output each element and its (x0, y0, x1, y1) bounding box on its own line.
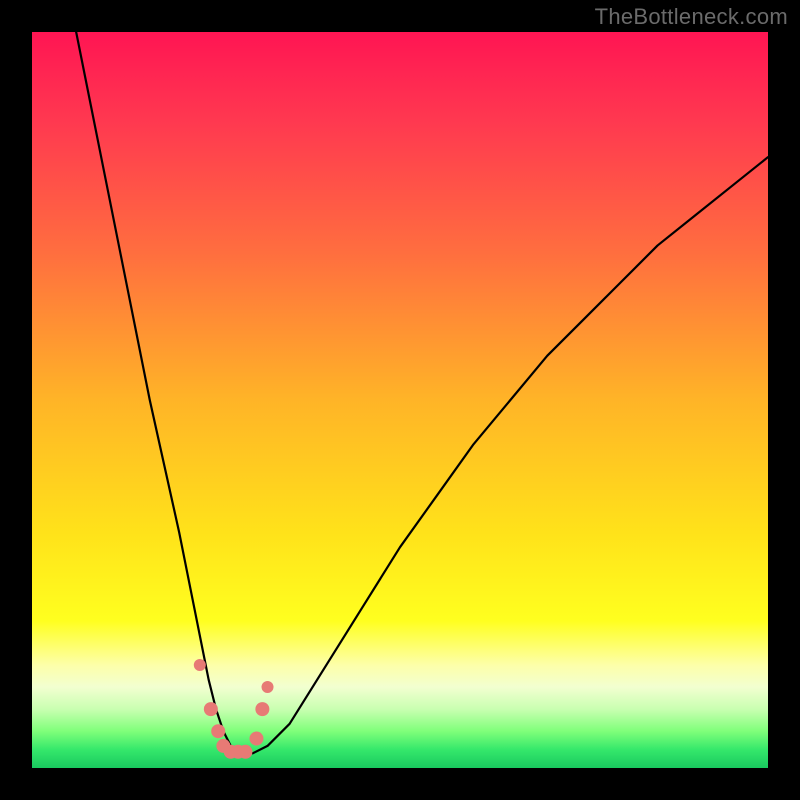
highlight-point (249, 732, 263, 746)
highlight-point (238, 745, 252, 759)
chart-svg (32, 32, 768, 768)
highlight-point (194, 659, 206, 671)
chart-frame: TheBottleneck.com (0, 0, 800, 800)
gradient-background (32, 32, 768, 768)
watermark-text: TheBottleneck.com (595, 4, 788, 30)
highlight-point (204, 702, 218, 716)
plot-area (32, 32, 768, 768)
highlight-point (262, 681, 274, 693)
highlight-point (211, 724, 225, 738)
highlight-point (255, 702, 269, 716)
